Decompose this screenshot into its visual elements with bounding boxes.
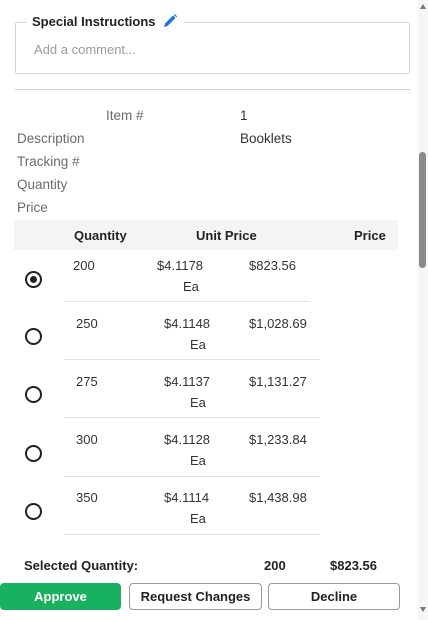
- row-quantity: 200: [73, 258, 95, 273]
- scroll-thumb[interactable]: [419, 152, 426, 268]
- row-unit-price: $4.1178: [157, 258, 204, 273]
- section-divider: [15, 89, 410, 90]
- item-number-label: Item #: [106, 108, 144, 123]
- row-quantity: 250: [76, 316, 98, 331]
- row-unit-suffix: Ea: [190, 337, 206, 352]
- row-unit-price: $4.1148: [164, 316, 211, 331]
- approve-button[interactable]: Approve: [0, 583, 121, 610]
- quantity-radio-275[interactable]: [25, 386, 42, 403]
- description-label: Description: [17, 131, 85, 146]
- row-divider: [64, 476, 320, 477]
- comment-input[interactable]: Add a comment...: [34, 42, 136, 57]
- selected-quantity-label: Selected Quantity:: [24, 558, 139, 573]
- action-bar: Approve Request Changes Decline: [0, 580, 410, 612]
- quantity-radio-250[interactable]: [25, 328, 42, 345]
- description-value: Booklets: [240, 131, 292, 146]
- row-quantity: 350: [76, 490, 98, 505]
- row-unit-suffix: Ea: [183, 279, 199, 294]
- row-unit-price: $4.1114: [164, 490, 210, 505]
- tracking-label: Tracking #: [17, 154, 80, 169]
- row-unit-suffix: Ea: [190, 395, 206, 410]
- selected-price-value: $823.56: [330, 558, 377, 573]
- selected-quantity-value: 200: [264, 558, 286, 573]
- row-divider: [64, 301, 310, 302]
- special-instructions-legend: Special Instructions: [26, 13, 184, 29]
- row-unit-price: $4.1137: [164, 374, 211, 389]
- header-quantity: Quantity: [74, 228, 127, 243]
- header-price: Price: [354, 228, 386, 243]
- row-price: $823.56: [249, 258, 296, 273]
- row-divider: [64, 417, 320, 418]
- header-unit-price: Unit Price: [196, 228, 257, 243]
- row-unit-price: $4.1128: [164, 432, 211, 447]
- quantity-label: Quantity: [17, 177, 68, 192]
- vertical-scrollbar[interactable]: [418, 0, 428, 620]
- scroll-down-arrow-icon[interactable]: [420, 607, 426, 612]
- quantity-radio-350[interactable]: [25, 503, 42, 520]
- row-price: $1,028.69: [249, 316, 307, 331]
- decline-button[interactable]: Decline: [268, 583, 400, 610]
- row-unit-suffix: Ea: [190, 511, 206, 526]
- row-unit-suffix: Ea: [190, 453, 206, 468]
- price-label: Price: [17, 200, 48, 215]
- scroll-up-arrow-icon[interactable]: [420, 4, 426, 9]
- row-price: $1,438.98: [249, 490, 307, 505]
- row-price: $1,131.27: [249, 374, 307, 389]
- item-number-value: 1: [240, 108, 248, 123]
- row-divider: [64, 359, 320, 360]
- quantity-radio-300[interactable]: [25, 445, 42, 462]
- pencil-icon[interactable]: [162, 13, 178, 29]
- row-price: $1,233.84: [249, 432, 307, 447]
- row-divider: [64, 534, 320, 535]
- row-quantity: 300: [76, 432, 98, 447]
- special-instructions-title: Special Instructions: [32, 13, 156, 29]
- request-changes-button[interactable]: Request Changes: [129, 583, 262, 610]
- row-quantity: 275: [76, 374, 98, 389]
- quantity-radio-200[interactable]: [25, 271, 42, 288]
